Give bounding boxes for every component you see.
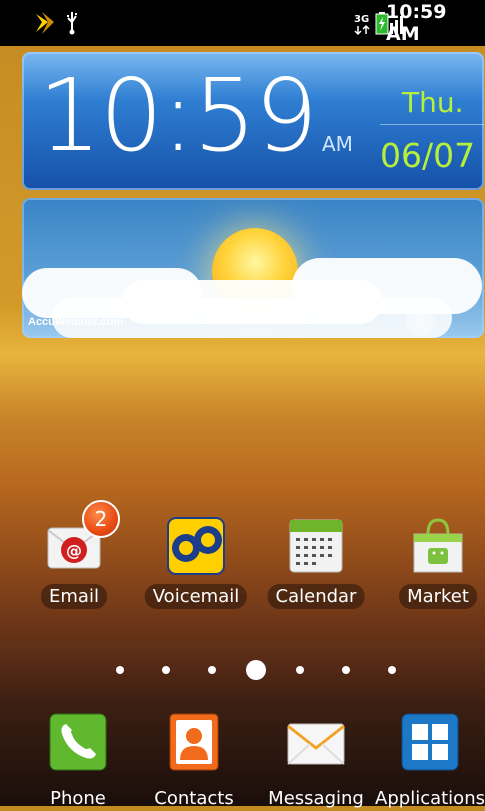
weather-brand: AccuWeather.com (28, 316, 124, 328)
page-dot[interactable] (162, 666, 170, 674)
page-indicator[interactable] (0, 660, 485, 680)
page-dot[interactable] (116, 666, 124, 674)
clock-time: 10:59 (38, 57, 318, 174)
contacts-icon (162, 710, 226, 774)
applications-icon (398, 710, 462, 774)
app-label-voicemail: Voicemail (144, 584, 248, 609)
usb-icon (64, 0, 80, 46)
page-dot[interactable] (296, 666, 304, 674)
app-label-calendar: Calendar (267, 584, 365, 609)
dock-label-messaging: Messaging (268, 788, 364, 809)
page-dot[interactable] (208, 666, 216, 674)
email-badge: 2 (82, 500, 120, 538)
clock-ampm: AM (322, 132, 353, 156)
page-dot[interactable] (342, 666, 350, 674)
app-label-email: Email (41, 584, 107, 609)
status-time: 10:59 AM (386, 1, 447, 45)
calendar-icon (284, 514, 348, 578)
3g-icon: 3G (352, 0, 376, 46)
page-dot[interactable] (388, 666, 396, 674)
clock-day: Thu. (402, 86, 464, 119)
page-dot-active[interactable] (246, 660, 266, 680)
market-icon (406, 514, 470, 578)
svg-text:@: @ (66, 541, 82, 560)
phone-icon (46, 710, 110, 774)
dock-label-contacts: Contacts (154, 788, 234, 809)
email-icon: @ 2 (42, 500, 120, 578)
clock-date: 06/07 (380, 136, 476, 175)
messaging-icon (284, 710, 348, 774)
svg-text:3G: 3G (354, 14, 369, 25)
app-label-market: Market (399, 584, 477, 609)
sprint-logo-icon (34, 0, 60, 46)
voicemail-icon (164, 514, 228, 578)
weather-bubble-icon (406, 306, 436, 336)
clock-divider (380, 124, 484, 125)
weather-widget[interactable]: AccuWeather.com (22, 198, 484, 338)
dock-label-phone: Phone (50, 788, 106, 809)
dock-label-applications: Applications (375, 788, 485, 809)
status-bar: 3G 10:59 AM (0, 0, 485, 46)
clock-widget[interactable]: 10:59 AM Thu. 06/07 (22, 52, 484, 190)
